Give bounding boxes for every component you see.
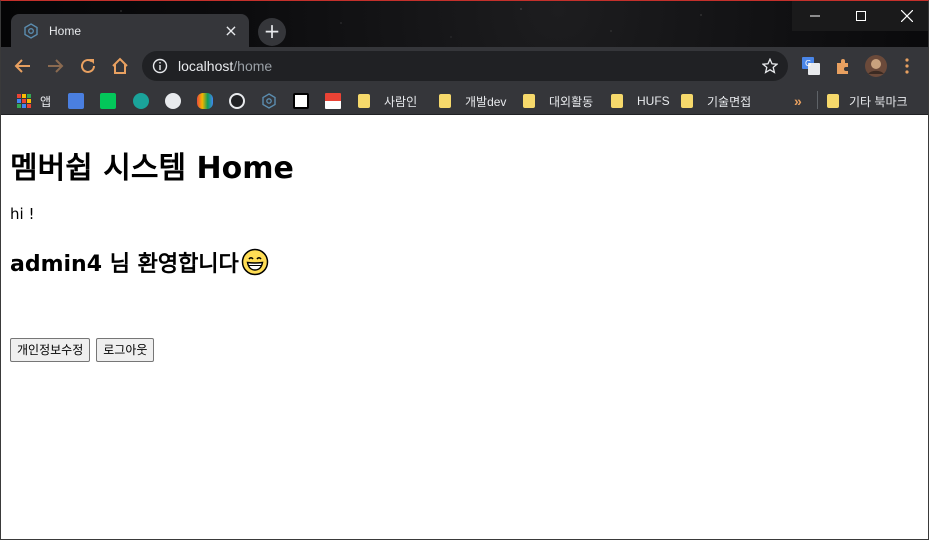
hand-icon — [197, 93, 213, 109]
gmail-icon — [325, 93, 341, 109]
page-title: 멤버쉽 시스템 Home — [10, 151, 294, 186]
tab-title: Home — [49, 24, 82, 38]
folder-icon — [681, 94, 693, 108]
edge-icon — [133, 93, 149, 109]
bookmark-folder-dev[interactable]: 개발dev — [439, 90, 506, 112]
react-like-icon — [24, 23, 38, 39]
action-buttons: 개인정보수정 로그아웃 — [10, 338, 155, 362]
bookmark-separator — [817, 91, 818, 109]
saramin-icon — [68, 93, 84, 109]
bookmark-gmail[interactable] — [325, 90, 349, 112]
folder-icon — [611, 94, 623, 108]
bookmark-naver[interactable] — [100, 90, 124, 112]
home-icon[interactable] — [107, 53, 133, 79]
bookmark-folder-activities[interactable]: 대외활동 — [523, 90, 593, 112]
folder-icon — [439, 94, 451, 108]
bookmark-folder-hufs[interactable]: HUFS — [611, 90, 670, 112]
reload-icon[interactable] — [75, 53, 101, 79]
bookmark-folder-interview[interactable]: 기술면접 — [681, 90, 751, 112]
toolbar: localhost/home G — [1, 47, 928, 85]
google-translate-icon[interactable]: G — [800, 55, 822, 77]
minimize-icon[interactable] — [792, 1, 838, 31]
robot-icon — [165, 93, 181, 109]
bookmark-label: 기타 북마크 — [849, 94, 908, 109]
browser-window: Home × + localhost/home G 앱 사람인 개발dev 대외… — [0, 0, 929, 540]
welcome-text: admin4 님 환영합니다 — [10, 252, 239, 277]
bookmark-hand[interactable] — [197, 90, 221, 112]
plus-icon[interactable]: + — [258, 18, 286, 46]
svg-text:G: G — [805, 59, 811, 68]
url-path: /home — [233, 58, 273, 74]
folder-icon — [827, 94, 839, 108]
bookmark-github[interactable] — [229, 90, 253, 112]
url-host: localhost — [178, 58, 234, 74]
close-icon[interactable] — [884, 1, 928, 31]
info-icon[interactable] — [152, 58, 168, 74]
forward-icon[interactable] — [42, 53, 68, 79]
bookmark-label: 사람인 — [384, 94, 418, 109]
bookmark-edge[interactable] — [133, 90, 157, 112]
profile-avatar[interactable] — [864, 54, 888, 78]
star-icon[interactable] — [760, 56, 780, 76]
bookmark-label: 기술면접 — [707, 94, 752, 109]
bookmark-notion[interactable] — [293, 90, 317, 112]
edit-profile-button[interactable]: 개인정보수정 — [10, 338, 91, 362]
menu-icon[interactable] — [896, 55, 918, 77]
bookmarks-bar: 앱 사람인 개발dev 대외활동 HUFS 기술면접 » 기타 북마크 — [1, 85, 928, 115]
bookmark-apps[interactable]: 앱 — [16, 90, 51, 112]
react-icon — [262, 93, 276, 109]
grinning-emoji — [241, 248, 269, 276]
bookmark-robot[interactable] — [165, 90, 189, 112]
tab-close-icon[interactable]: × — [223, 23, 239, 39]
bookmark-label: 대외활동 — [549, 94, 594, 109]
folder-icon — [358, 94, 370, 108]
bookmarks-overflow-button[interactable]: » — [794, 90, 802, 112]
folder-icon — [523, 94, 535, 108]
puzzle-icon[interactable] — [832, 55, 854, 77]
bookmark-react[interactable] — [261, 90, 285, 112]
logout-button[interactable]: 로그아웃 — [96, 338, 155, 362]
bookmark-label: HUFS — [637, 94, 670, 108]
address-bar[interactable]: localhost/home — [142, 51, 788, 81]
url-text: localhost/home — [178, 58, 760, 74]
bookmark-label: 앱 — [40, 94, 52, 109]
greeting-text: hi ! — [10, 205, 35, 223]
notion-icon — [293, 93, 309, 109]
page-content: 멤버쉽 시스템 Home hi ! admin4 님 환영합니다 개인정보수정 … — [1, 116, 928, 539]
apps-grid-icon — [17, 94, 31, 108]
naver-icon — [100, 93, 116, 109]
back-icon[interactable] — [10, 53, 36, 79]
other-bookmarks[interactable]: 기타 북마크 — [827, 90, 908, 112]
bookmark-saramin[interactable] — [68, 90, 92, 112]
bookmark-folder-saramin[interactable]: 사람인 — [358, 90, 417, 112]
welcome-heading: admin4 님 환영합니다 — [10, 246, 269, 278]
maximize-icon[interactable] — [838, 1, 884, 31]
bookmark-label: 개발dev — [465, 94, 507, 109]
github-icon — [229, 93, 245, 109]
tab-home[interactable]: Home × — [11, 14, 249, 48]
